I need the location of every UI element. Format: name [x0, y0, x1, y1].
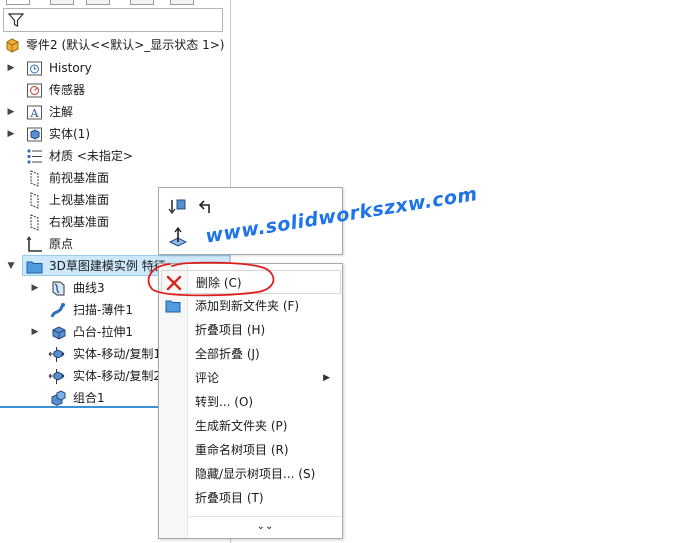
menu-item-delete[interactable]: 删除 (C) — [161, 270, 341, 294]
tree-item-label: 实体(1) — [49, 127, 90, 141]
tree-item-label: 注解 — [49, 105, 74, 119]
tree-item-solid-bodies[interactable]: ▶ 实体(1) — [0, 123, 230, 145]
expand-arrow-icon[interactable]: ▶ — [30, 277, 40, 299]
sensor-icon — [27, 83, 42, 98]
annotation-icon: A — [27, 105, 42, 120]
tree-item-label: 材质 <未指定> — [49, 149, 133, 163]
tab-property-manager[interactable] — [50, 0, 74, 5]
menu-item-hide-show-tree-items[interactable]: 隐藏/显示树项目... (S) — [159, 462, 342, 486]
tree-item-label: 前视基准面 — [49, 171, 110, 185]
folder-icon — [165, 300, 181, 313]
expand-arrow-icon[interactable]: ▶ — [6, 101, 16, 123]
rollback-button[interactable] — [167, 196, 189, 218]
submenu-arrow-icon: ▶ — [323, 373, 330, 383]
context-menu: 删除 (C) 添加到新文件夹 (F) 折叠项目 (H) 全部折叠 (J) 评论 … — [158, 263, 343, 539]
tree-item-front-plane[interactable]: 前视基准面 — [0, 167, 230, 189]
manager-tabs — [0, 0, 230, 6]
tree-root-part[interactable]: 零件2 (默认<<默认>_显示状态 1>) — [0, 34, 230, 56]
history-icon — [27, 61, 42, 76]
menu-item-add-to-new-folder[interactable]: 添加到新文件夹 (F) — [159, 294, 342, 318]
plane-icon — [30, 170, 39, 187]
svg-text:A: A — [30, 107, 40, 120]
menu-expand-more-button[interactable]: ⌄⌄ — [189, 516, 341, 537]
tree-item-material[interactable]: 材质 <未指定> — [0, 145, 230, 167]
move-copy-icon — [48, 369, 65, 384]
solid-bodies-icon — [27, 127, 42, 142]
normal-to-button[interactable] — [167, 226, 189, 248]
expand-arrow-icon[interactable]: ▶ — [6, 123, 16, 145]
move-copy-icon — [48, 347, 65, 362]
collapse-arrow-icon[interactable]: ▼ — [6, 255, 16, 277]
curve-icon — [52, 281, 65, 296]
menu-item-create-new-folder[interactable]: 生成新文件夹 (P) — [159, 414, 342, 438]
sweep-icon — [50, 303, 65, 318]
folder-icon — [26, 261, 43, 274]
context-toolbar — [158, 187, 343, 255]
material-icon — [27, 149, 42, 164]
menu-item-comment[interactable]: 评论 ▶ — [159, 366, 342, 390]
tree-item-label: 凸台-拉伸1 — [73, 325, 133, 339]
tree-item-label: 上视基准面 — [49, 193, 110, 207]
tab-display-manager[interactable] — [170, 0, 194, 5]
menu-item-collapse-items[interactable]: 折叠项目 (H) — [159, 318, 342, 342]
tab-feature-manager[interactable] — [6, 0, 30, 5]
tree-item-label: 传感器 — [49, 83, 86, 97]
menu-item-rename-tree-item[interactable]: 重命名树项目 (R) — [159, 438, 342, 462]
tree-filter-input[interactable] — [3, 8, 223, 32]
tree-item-label: 3D草图建模实例 特征 — [49, 259, 166, 273]
plane-icon — [30, 214, 39, 231]
double-chevron-down-icon: ⌄⌄ — [256, 521, 274, 532]
tree-item-label: 实体-移动/复制2 — [73, 369, 162, 383]
combine-icon — [51, 390, 66, 407]
menu-item-go-to[interactable]: 转到... (O) — [159, 390, 342, 414]
expand-arrow-icon[interactable]: ▶ — [6, 57, 16, 79]
tree-item-sensors[interactable]: 传感器 — [0, 79, 230, 101]
tree-item-label: 右视基准面 — [49, 215, 110, 229]
boss-extrude-icon — [52, 326, 66, 340]
undo-button[interactable] — [195, 196, 217, 218]
menu-item-collapse-all[interactable]: 全部折叠 (J) — [159, 342, 342, 366]
tree-item-annotations[interactable]: ▶ A 注解 — [0, 101, 230, 123]
tree-item-history[interactable]: ▶ History — [0, 57, 230, 79]
tree-item-label: 原点 — [49, 237, 74, 251]
tab-dimxpert[interactable] — [130, 0, 154, 5]
expand-arrow-icon[interactable]: ▶ — [30, 321, 40, 343]
plane-icon — [30, 192, 39, 209]
tab-configuration-manager[interactable] — [86, 0, 110, 5]
tree-item-label: 扫描-薄件1 — [73, 303, 133, 317]
part-icon — [6, 38, 19, 53]
normal-to-icon — [168, 226, 188, 247]
tree-item-label: 实体-移动/复制1 — [73, 347, 162, 361]
tree-root-label: 零件2 (默认<<默认>_显示状态 1>) — [26, 38, 225, 52]
tree-item-label: 曲线3 — [73, 281, 105, 295]
rollback-icon — [168, 199, 186, 215]
tree-item-label: History — [49, 61, 92, 75]
delete-x-icon — [166, 275, 182, 291]
filter-icon — [8, 13, 24, 27]
undo-arrow-icon — [198, 200, 210, 213]
origin-icon — [26, 236, 42, 252]
menu-item-collapse-items-t[interactable]: 折叠项目 (T) — [159, 486, 342, 510]
